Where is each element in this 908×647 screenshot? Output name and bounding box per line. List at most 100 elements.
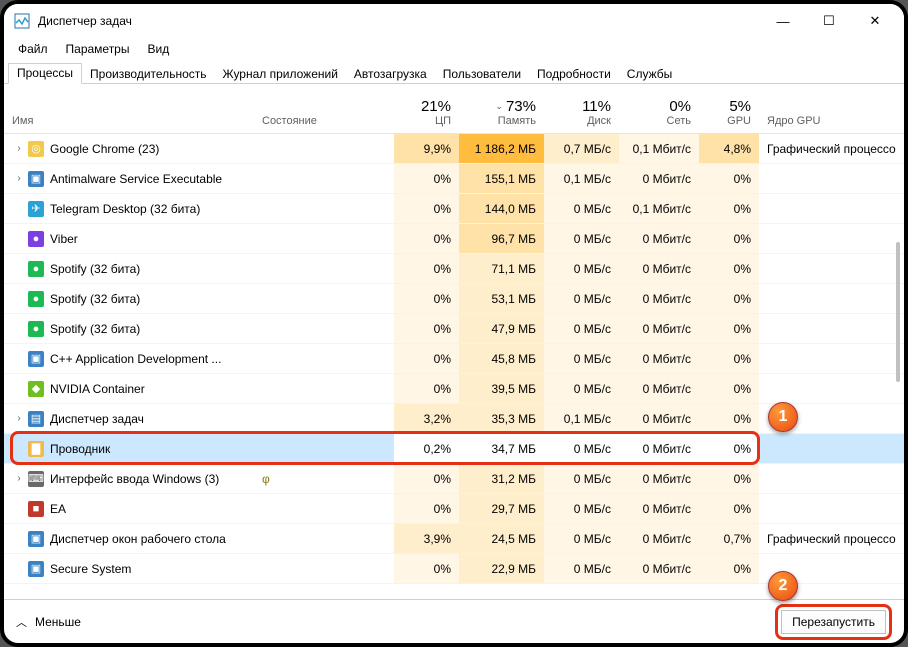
process-row[interactable]: ›◎Google Chrome (23)9,9%1 186,2 МБ0,7 МБ…: [4, 134, 904, 164]
expand-icon[interactable]: ›: [12, 473, 26, 484]
network-cell: 0,1 Мбит/с: [619, 134, 699, 163]
gpu-engine-cell: [759, 194, 904, 223]
expand-icon[interactable]: ›: [12, 413, 26, 424]
menu-view[interactable]: Вид: [139, 41, 177, 57]
process-icon: ●: [28, 291, 44, 307]
network-cell: 0 Мбит/с: [619, 284, 699, 313]
process-list[interactable]: ›◎Google Chrome (23)9,9%1 186,2 МБ0,7 МБ…: [4, 134, 904, 599]
process-icon: ▣: [28, 351, 44, 367]
process-name-cell: ✈Telegram Desktop (32 бита): [4, 194, 254, 223]
process-row[interactable]: ●Spotify (32 бита)0%71,1 МБ0 МБ/с0 Мбит/…: [4, 254, 904, 284]
cpu-cell: 0%: [394, 194, 459, 223]
process-name: NVIDIA Container: [50, 382, 145, 396]
menu-file[interactable]: Файл: [10, 41, 56, 57]
process-name: C++ Application Development ...: [50, 352, 221, 366]
gpu-cell: 0%: [699, 164, 759, 193]
process-name: Проводник: [50, 442, 110, 456]
memory-cell: 24,5 МБ: [459, 524, 544, 553]
tab-details[interactable]: Подробности: [529, 65, 619, 84]
expand-icon[interactable]: ›: [12, 173, 26, 184]
gpu-engine-cell: [759, 434, 904, 463]
col-state[interactable]: Состояние: [254, 84, 394, 133]
process-row[interactable]: ◆NVIDIA Container0%39,5 МБ0 МБ/с0 Мбит/с…: [4, 374, 904, 404]
process-icon: ●: [28, 261, 44, 277]
disk-cell: 0 МБ/с: [544, 254, 619, 283]
scrollbar[interactable]: [896, 242, 900, 382]
process-state: [254, 554, 394, 583]
cpu-cell: 0%: [394, 494, 459, 523]
col-gpu-engine[interactable]: Ядро GPU: [759, 84, 904, 133]
disk-cell: 0 МБ/с: [544, 284, 619, 313]
tab-performance[interactable]: Производительность: [82, 65, 214, 84]
network-cell: 0 Мбит/с: [619, 164, 699, 193]
network-cell: 0,1 Мбит/с: [619, 194, 699, 223]
chevron-up-icon: ︿: [16, 614, 27, 630]
cpu-cell: 0%: [394, 464, 459, 493]
cpu-cell: 0%: [394, 344, 459, 373]
col-memory[interactable]: ⌄73%Память: [459, 84, 544, 133]
gpu-engine-cell: Графический процессо: [759, 524, 904, 553]
process-row[interactable]: ●Spotify (32 бита)0%47,9 МБ0 МБ/с0 Мбит/…: [4, 314, 904, 344]
tab-startup[interactable]: Автозагрузка: [346, 65, 435, 84]
process-row[interactable]: ›▣Antimalware Service Executable0%155,1 …: [4, 164, 904, 194]
memory-cell: 35,3 МБ: [459, 404, 544, 433]
memory-cell: 34,7 МБ: [459, 434, 544, 463]
process-state: [254, 224, 394, 253]
cpu-cell: 9,9%: [394, 134, 459, 163]
menu-options[interactable]: Параметры: [58, 41, 138, 57]
process-name: Spotify (32 бита): [50, 292, 140, 306]
process-row[interactable]: ✈Telegram Desktop (32 бита)0%144,0 МБ0 М…: [4, 194, 904, 224]
gpu-cell: 4,8%: [699, 134, 759, 163]
cpu-cell: 0%: [394, 374, 459, 403]
close-button[interactable]: ✕: [852, 4, 898, 38]
process-row[interactable]: ●Viber0%96,7 МБ0 МБ/с0 Мбит/с0%: [4, 224, 904, 254]
process-row[interactable]: ▣C++ Application Development ...0%45,8 М…: [4, 344, 904, 374]
memory-cell: 144,0 МБ: [459, 194, 544, 223]
window-title: Диспетчер задач: [38, 14, 132, 28]
gpu-cell: 0%: [699, 314, 759, 343]
cpu-cell: 0%: [394, 224, 459, 253]
process-icon: ▤: [28, 411, 44, 427]
col-cpu[interactable]: 21%ЦП: [394, 84, 459, 133]
col-name[interactable]: Имя: [4, 84, 254, 133]
tab-users[interactable]: Пользователи: [435, 65, 529, 84]
process-icon: ◆: [28, 381, 44, 397]
network-cell: 0 Мбит/с: [619, 434, 699, 463]
disk-cell: 0 МБ/с: [544, 554, 619, 583]
gpu-engine-cell: [759, 284, 904, 313]
tab-app-history[interactable]: Журнал приложений: [215, 65, 346, 84]
process-name: Google Chrome (23): [50, 142, 159, 156]
disk-cell: 0 МБ/с: [544, 464, 619, 493]
process-name-cell: ›▤Диспетчер задач: [4, 404, 254, 433]
process-row[interactable]: ■EA0%29,7 МБ0 МБ/с0 Мбит/с0%: [4, 494, 904, 524]
tab-processes[interactable]: Процессы: [8, 63, 82, 84]
maximize-button[interactable]: ☐: [806, 4, 852, 38]
network-cell: 0 Мбит/с: [619, 524, 699, 553]
bottom-bar: ︿ Меньше Перезапустить: [4, 599, 904, 643]
minimize-button[interactable]: ―: [760, 4, 806, 38]
tab-bar: Процессы Производительность Журнал прило…: [4, 60, 904, 84]
process-row[interactable]: ●Spotify (32 бита)0%53,1 МБ0 МБ/с0 Мбит/…: [4, 284, 904, 314]
fewer-details-button[interactable]: ︿ Меньше: [16, 614, 81, 630]
tab-services[interactable]: Службы: [619, 65, 680, 84]
process-name: EA: [50, 502, 66, 516]
cpu-cell: 3,9%: [394, 524, 459, 553]
process-state: [254, 284, 394, 313]
process-row[interactable]: ▇Проводник0,2%34,7 МБ0 МБ/с0 Мбит/с0%: [4, 434, 904, 464]
col-network[interactable]: 0%Сеть: [619, 84, 699, 133]
col-disk[interactable]: 11%Диск: [544, 84, 619, 133]
process-name: Antimalware Service Executable: [50, 172, 222, 186]
restart-button[interactable]: Перезапустить: [781, 610, 886, 634]
memory-cell: 1 186,2 МБ: [459, 134, 544, 163]
process-icon: ▣: [28, 531, 44, 547]
gpu-engine-cell: [759, 314, 904, 343]
process-name: Viber: [50, 232, 78, 246]
network-cell: 0 Мбит/с: [619, 464, 699, 493]
col-gpu[interactable]: 5%GPU: [699, 84, 759, 133]
process-row[interactable]: ▣Диспетчер окон рабочего стола3,9%24,5 М…: [4, 524, 904, 554]
titlebar[interactable]: Диспетчер задач ― ☐ ✕: [4, 4, 904, 38]
task-manager-window: Диспетчер задач ― ☐ ✕ Файл Параметры Вид…: [0, 0, 908, 647]
expand-icon[interactable]: ›: [12, 143, 26, 154]
gpu-engine-cell: Графический процессо: [759, 134, 904, 163]
process-row[interactable]: ›⌨Интерфейс ввода Windows (3)φ0%31,2 МБ0…: [4, 464, 904, 494]
